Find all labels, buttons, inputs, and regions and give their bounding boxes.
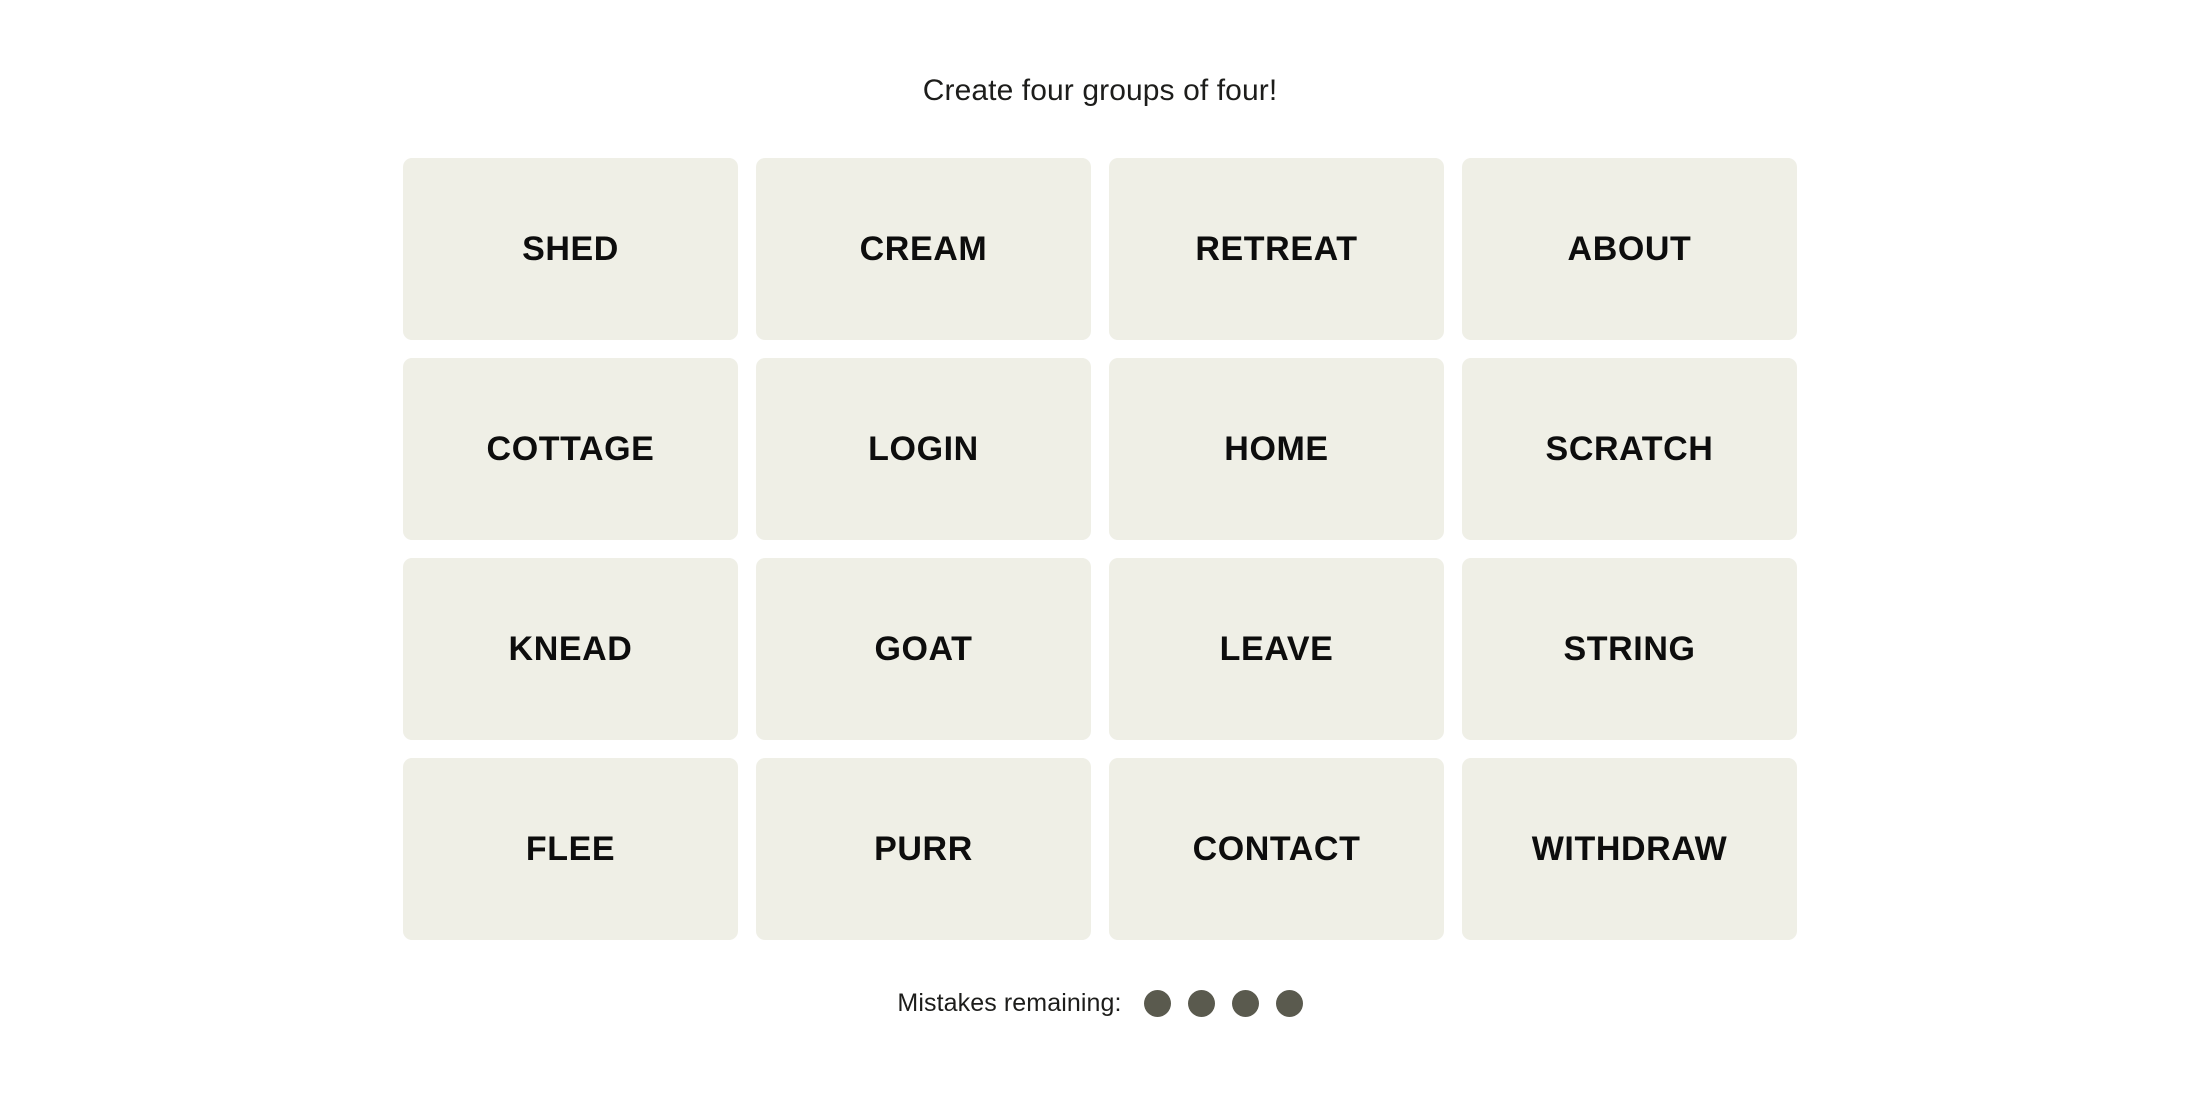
mistake-dots	[1143, 990, 1303, 1017]
word-tile-label: CREAM	[859, 230, 988, 268]
word-tile-label: FLEE	[525, 830, 616, 868]
word-tile[interactable]: LOGIN	[756, 358, 1091, 540]
word-tile-label: SCRATCH	[1545, 430, 1714, 468]
word-tile[interactable]: RETREAT	[1109, 158, 1444, 340]
word-tile-label: COTTAGE	[486, 430, 655, 468]
word-tile[interactable]: CREAM	[756, 158, 1091, 340]
word-tile[interactable]: WITHDRAW	[1462, 758, 1797, 940]
word-tile[interactable]: COTTAGE	[403, 358, 738, 540]
mistake-dot-icon	[1143, 990, 1171, 1017]
word-tile[interactable]: HOME	[1109, 358, 1444, 540]
word-tile-label: HOME	[1224, 430, 1329, 468]
word-tile[interactable]: SCRATCH	[1462, 358, 1797, 540]
mistake-dot-icon	[1275, 990, 1303, 1017]
mistakes-remaining: Mistakes remaining:	[897, 989, 1303, 1017]
word-tile-label: RETREAT	[1195, 230, 1358, 268]
word-grid: SHED CREAM RETREAT ABOUT COTTAGE LOGIN H…	[403, 158, 1797, 940]
word-tile[interactable]: FLEE	[403, 758, 738, 940]
word-tile-label: LEAVE	[1219, 630, 1334, 668]
word-tile[interactable]: STRING	[1462, 558, 1797, 740]
word-tile-label: LOGIN	[868, 430, 979, 468]
word-tile-label: WITHDRAW	[1531, 830, 1728, 868]
word-tile[interactable]: PURR	[756, 758, 1091, 940]
mistake-dot-icon	[1231, 990, 1259, 1017]
word-tile[interactable]: LEAVE	[1109, 558, 1444, 740]
connections-game: Create four groups of four! SHED CREAM R…	[0, 0, 2200, 1100]
word-tile[interactable]: ABOUT	[1462, 158, 1797, 340]
mistake-dot-icon	[1187, 990, 1215, 1017]
word-tile[interactable]: GOAT	[756, 558, 1091, 740]
word-tile[interactable]: SHED	[403, 158, 738, 340]
word-tile-label: SHED	[522, 230, 619, 268]
word-tile[interactable]: KNEAD	[403, 558, 738, 740]
word-tile[interactable]: CONTACT	[1109, 758, 1444, 940]
word-tile-label: STRING	[1563, 630, 1696, 668]
word-tile-label: KNEAD	[508, 630, 633, 668]
word-tile-label: ABOUT	[1567, 230, 1692, 268]
mistakes-remaining-label: Mistakes remaining:	[897, 989, 1122, 1017]
instruction-text: Create four groups of four!	[922, 74, 1278, 107]
word-tile-label: GOAT	[874, 630, 973, 668]
word-tile-label: PURR	[874, 830, 973, 868]
word-tile-label: CONTACT	[1192, 830, 1361, 868]
